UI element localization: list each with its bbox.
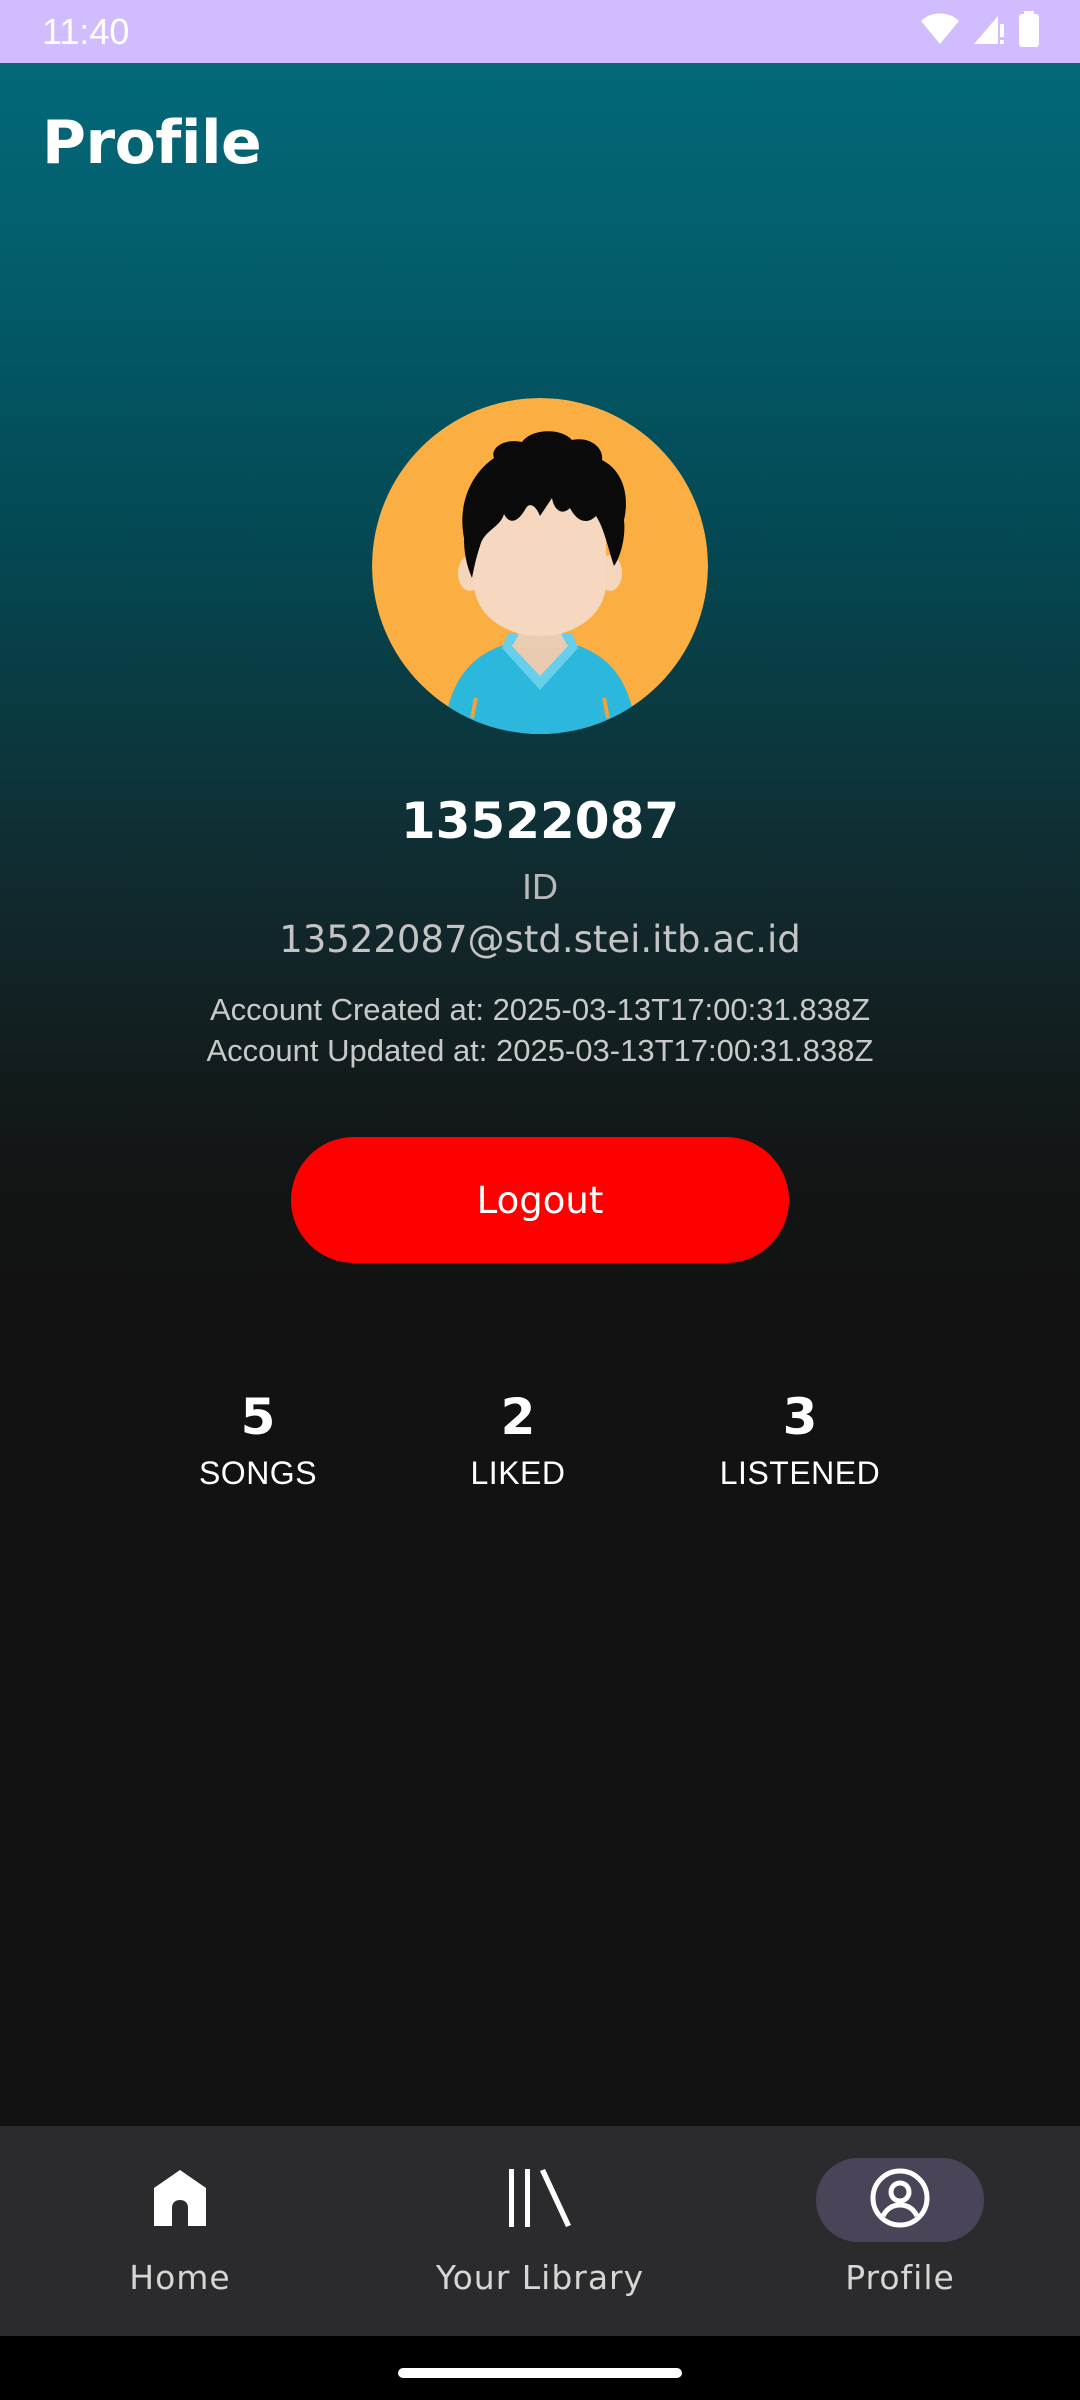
stat-songs-value: 5 xyxy=(240,1388,276,1446)
profile-screen: 11:40 Profile 13522087 ID 13522087@std.s… xyxy=(0,0,1080,2400)
nav-library-icon-wrap xyxy=(456,2158,624,2242)
nav-item-profile[interactable]: Profile xyxy=(720,2126,1080,2336)
library-icon xyxy=(507,2167,573,2234)
nav-item-library[interactable]: Your Library xyxy=(360,2126,720,2336)
stat-liked: 2 LIKED xyxy=(388,1390,648,1492)
username: 13522087 xyxy=(400,792,680,850)
nav-profile-indicator xyxy=(816,2158,984,2242)
account-updated: Account Updated at: 2025-03-13T17:00:31.… xyxy=(206,1033,874,1068)
battery-icon xyxy=(1018,11,1040,52)
stat-songs: 5 SONGS xyxy=(128,1390,388,1492)
email: 13522087@std.stei.itb.ac.id xyxy=(279,918,801,961)
id-label: ID xyxy=(522,866,558,907)
nav-item-home[interactable]: Home xyxy=(0,2126,360,2336)
page-title: Profile xyxy=(42,108,262,178)
stat-liked-label: LIKED xyxy=(470,1455,566,1491)
bottom-nav: Home Your Library Profile xyxy=(0,2126,1080,2336)
stat-listened-value: 3 xyxy=(782,1388,818,1446)
avatar xyxy=(372,398,708,734)
stat-liked-value: 2 xyxy=(500,1388,536,1446)
nav-home-icon-wrap xyxy=(96,2158,264,2242)
status-bar: 11:40 xyxy=(0,0,1080,63)
status-icons xyxy=(920,11,1040,52)
stat-listened: 3 LISTENED xyxy=(670,1390,930,1492)
account-created: Account Created at: 2025-03-13T17:00:31.… xyxy=(209,992,871,1027)
nav-label-profile: Profile xyxy=(845,2258,955,2297)
profile-icon xyxy=(869,2167,931,2234)
gesture-handle[interactable] xyxy=(398,2368,682,2378)
signal-icon xyxy=(972,12,1006,51)
avatar-illustration xyxy=(372,398,708,734)
status-time: 11:40 xyxy=(42,10,130,52)
stat-songs-label: SONGS xyxy=(198,1455,318,1491)
wifi-icon xyxy=(920,12,960,51)
stat-listened-label: LISTENED xyxy=(719,1455,881,1491)
nav-label-home: Home xyxy=(129,2258,231,2297)
home-icon xyxy=(152,2168,208,2233)
logout-button[interactable]: Logout xyxy=(291,1137,789,1263)
nav-label-library: Your Library xyxy=(435,2258,645,2297)
